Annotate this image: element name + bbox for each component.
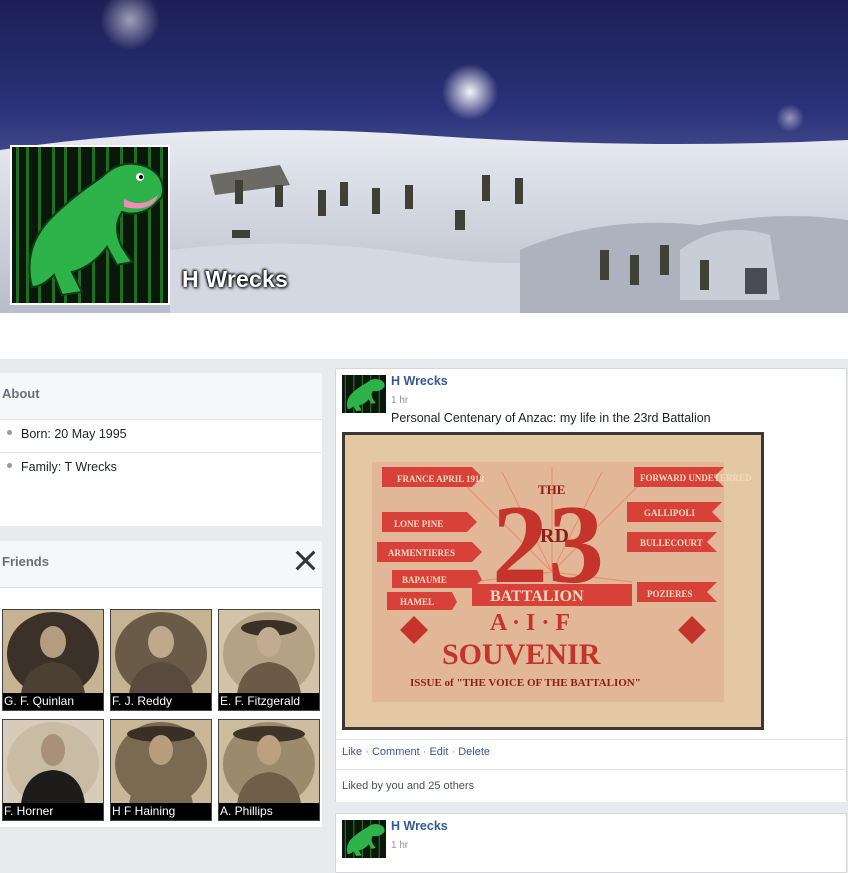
friend-portrait xyxy=(219,610,319,694)
ribbon-left-1: LONE PINE xyxy=(394,519,443,529)
friend-tile[interactable]: F. Horner xyxy=(2,719,104,821)
about-item-family: Family: T Wrecks xyxy=(0,453,322,486)
action-separator: · xyxy=(422,746,427,758)
profile-picture[interactable] xyxy=(10,145,170,305)
souvenir-aif: A · I · F xyxy=(490,610,570,636)
post-actions-bar: Like · Comment · Edit · Delete xyxy=(336,739,846,769)
souvenir-suffix: RD xyxy=(540,525,569,547)
souvenir-issue: ISSUE of "THE VOICE OF THE BATTALION" xyxy=(410,677,641,689)
ribbon-right-2: BULLECOURT xyxy=(640,538,703,548)
bullet-icon xyxy=(7,430,12,435)
action-separator: · xyxy=(451,746,456,758)
friends-header: Friends xyxy=(0,541,322,588)
post-text: Personal Centenary of Anzac: my life in … xyxy=(391,411,711,425)
souvenir-title: SOUVENIR xyxy=(442,638,601,671)
friend-name: H F Haining xyxy=(111,803,211,820)
friend-portrait xyxy=(219,720,319,804)
friend-tile[interactable]: A. Phillips xyxy=(218,719,320,821)
ribbon-right-3: POZIERES xyxy=(647,589,693,599)
delete-link[interactable]: Delete xyxy=(458,746,490,758)
friend-portrait xyxy=(111,610,211,694)
friend-portrait xyxy=(111,720,211,804)
post-photo[interactable]: FRANCE APRIL 1918 LONE PINE ARMENTIERES … xyxy=(342,432,764,730)
friend-portrait xyxy=(3,720,103,804)
friend-tile[interactable]: H F Haining xyxy=(110,719,212,821)
like-link[interactable]: Like xyxy=(342,746,362,758)
post-author-name[interactable]: H Wrecks xyxy=(391,819,448,833)
ribbon-left-2: ARMENTIERES xyxy=(388,548,455,558)
cover-bottom-band xyxy=(0,313,848,359)
about-title: About xyxy=(0,373,322,420)
post-timestamp[interactable]: 1 hr xyxy=(391,395,408,406)
profile-name[interactable]: H Wrecks xyxy=(182,266,288,293)
friends-title: Friends xyxy=(2,554,49,569)
friend-name: A. Phillips xyxy=(219,803,319,820)
ribbon-right-0: FORWARD UNDETERRED xyxy=(640,473,752,483)
post-author-name[interactable]: H Wrecks xyxy=(391,374,448,388)
post-card: H Wrecks 1 hr xyxy=(335,813,847,873)
bullet-icon xyxy=(7,463,12,468)
ribbon-left-0: FRANCE APRIL 1918 xyxy=(397,474,485,484)
ribbon-left-3: BAPAUME xyxy=(402,575,447,585)
action-separator: · xyxy=(365,746,369,758)
friend-name: E. F. Fitzgerald xyxy=(219,693,319,710)
post-author-avatar[interactable] xyxy=(342,820,386,858)
post-author-avatar[interactable] xyxy=(342,375,386,413)
comment-link[interactable]: Comment xyxy=(372,746,420,758)
post-card: H Wrecks 1 hr Personal Centenary of Anza… xyxy=(335,368,847,802)
friend-name: G. F. Quinlan xyxy=(3,693,103,710)
dinosaur-avatar-icon xyxy=(342,820,386,858)
about-card: About Born: 20 May 1995 Family: T Wrecks xyxy=(0,373,322,526)
ribbon-right-1: GALLIPOLI xyxy=(644,508,696,518)
post-likes-summary[interactable]: Liked by you and 25 others xyxy=(336,769,846,802)
about-item-born: Born: 20 May 1995 xyxy=(0,420,322,453)
about-item-label: Born: 20 May 1995 xyxy=(21,427,127,441)
ribbon-left-4: HAMEL xyxy=(400,597,434,607)
close-icon[interactable] xyxy=(294,549,316,571)
about-item-label: Family: T Wrecks xyxy=(21,460,117,474)
souvenir-booklet-image: FRANCE APRIL 1918 LONE PINE ARMENTIERES … xyxy=(342,432,764,730)
souvenir-battalion: BATTALION xyxy=(490,588,584,605)
friend-portrait xyxy=(3,610,103,694)
dinosaur-avatar-icon xyxy=(342,375,386,413)
friend-tile[interactable]: G. F. Quinlan xyxy=(2,609,104,711)
friend-name: F. Horner xyxy=(3,803,103,820)
friend-name: F. J. Reddy xyxy=(111,693,211,710)
post-timestamp[interactable]: 1 hr xyxy=(391,840,408,851)
friend-tile[interactable]: E. F. Fitzgerald xyxy=(218,609,320,711)
friends-card: Friends G. F. Quinlan F. J. Reddy E. F. … xyxy=(0,541,322,827)
friend-tile[interactable]: F. J. Reddy xyxy=(110,609,212,711)
dinosaur-avatar-icon xyxy=(12,147,168,303)
edit-link[interactable]: Edit xyxy=(429,746,448,758)
